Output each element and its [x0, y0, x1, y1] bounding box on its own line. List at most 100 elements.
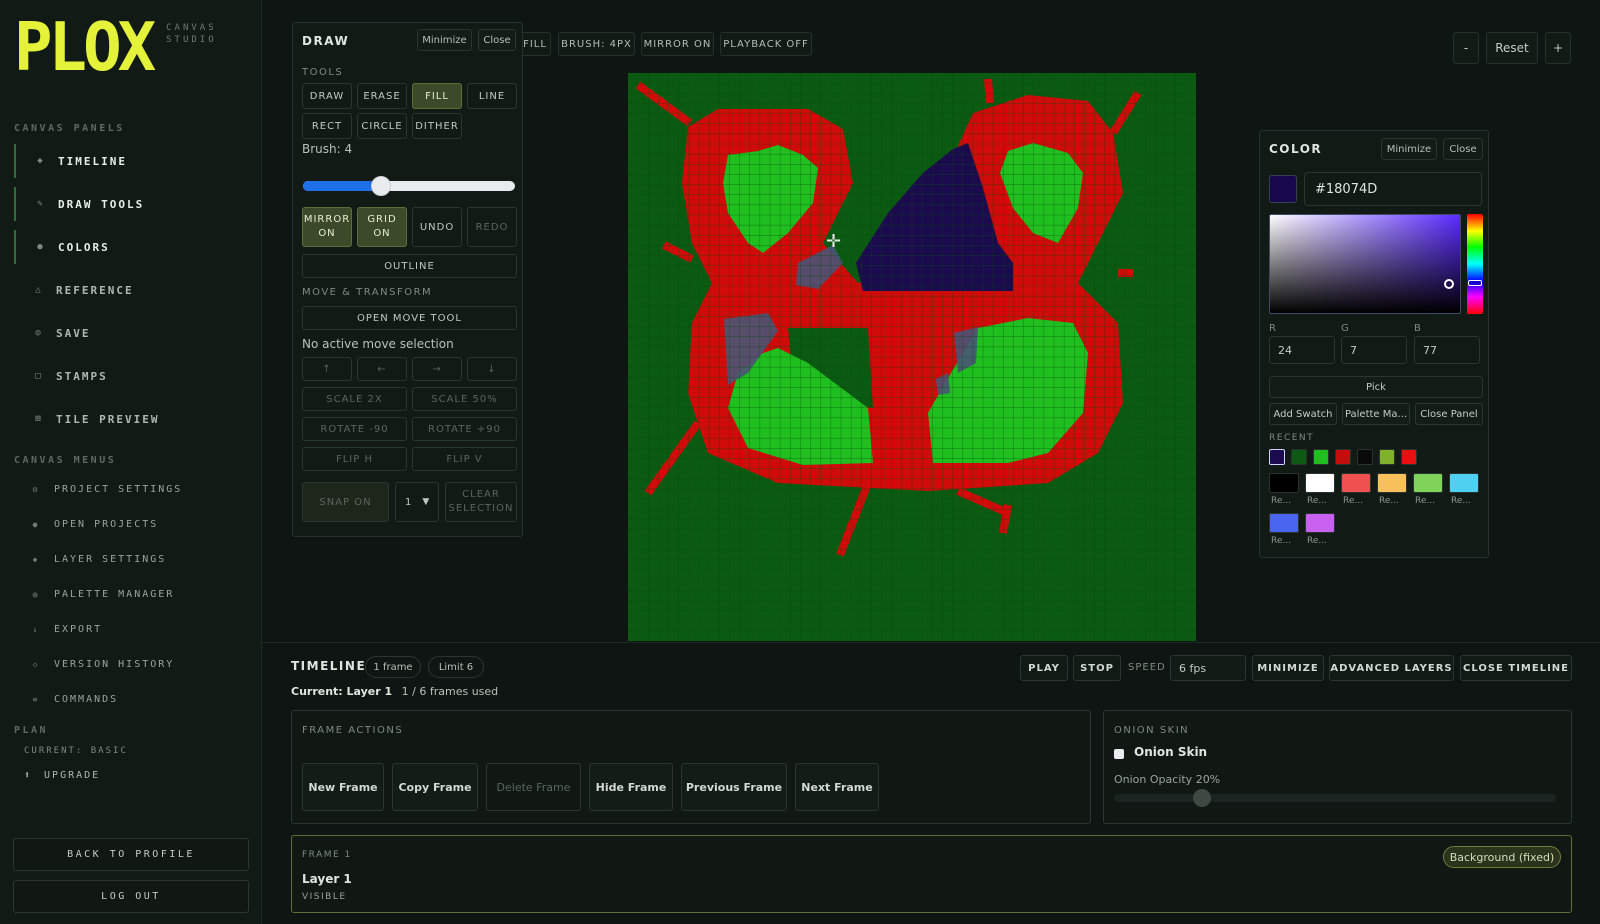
draw-close-button[interactable]: Close — [478, 29, 516, 51]
tool-line-button[interactable]: LINE — [467, 83, 517, 109]
upgrade-link[interactable]: ⬆ UPGRADE — [24, 770, 100, 781]
undo-button[interactable]: UNDO — [412, 207, 462, 247]
log-out-button[interactable]: LOG OUT — [13, 880, 249, 913]
move-down-button[interactable]: ↓ — [467, 357, 517, 381]
sidebar-item-save[interactable]: ◎ SAVE — [14, 316, 248, 350]
menu-item-commands[interactable]: ≡ COMMANDS — [14, 685, 248, 713]
zoom-reset-button[interactable]: Reset — [1486, 32, 1538, 64]
recent-color-swatch[interactable] — [1291, 449, 1307, 465]
menu-item-open-projects[interactable]: ● OPEN PROJECTS — [14, 510, 248, 538]
canvas-artwork[interactable] — [628, 73, 1196, 641]
sidebar-item-draw-tools[interactable]: ✎ DRAW TOOLS — [14, 187, 248, 221]
hue-slider-thumb[interactable] — [1468, 280, 1482, 286]
saved-color-swatch[interactable] — [1305, 513, 1335, 533]
pick-color-button[interactable]: Pick — [1269, 376, 1483, 398]
open-move-tool-button[interactable]: OPEN MOVE TOOL — [302, 306, 517, 330]
copy-frame-button[interactable]: Copy Frame — [392, 763, 478, 811]
sv-picker-handle[interactable] — [1444, 279, 1454, 289]
saved-color-swatch[interactable] — [1413, 473, 1443, 493]
move-up-button[interactable]: ↑ — [302, 357, 352, 381]
saved-color-swatch[interactable] — [1269, 513, 1299, 533]
brush-slider-thumb[interactable] — [371, 176, 392, 196]
pixel-canvas[interactable]: ✛ — [628, 73, 1196, 641]
snap-size-select[interactable]: 1 ▼ — [395, 482, 439, 522]
onion-skin-checkbox[interactable] — [1114, 749, 1124, 759]
tool-rect-button[interactable]: RECT — [302, 113, 352, 139]
redo-button[interactable]: REDO — [467, 207, 517, 247]
new-frame-button[interactable]: New Frame — [302, 763, 384, 811]
tool-erase-button[interactable]: ERASE — [357, 83, 407, 109]
tool-fill-button[interactable]: FILL — [412, 83, 462, 109]
mirror-toggle-button[interactable]: MIRROR ON — [302, 207, 352, 247]
menu-item-version-history[interactable]: ◇ VERSION HISTORY — [14, 650, 248, 678]
clear-selection-button[interactable]: CLEAR SELECTION — [445, 482, 517, 522]
saved-color-swatch[interactable] — [1269, 473, 1299, 493]
recent-color-swatch[interactable] — [1313, 449, 1329, 465]
recent-color-swatch[interactable] — [1269, 449, 1285, 465]
frame-card[interactable]: FRAME 1 Layer 1 VISIBLE Background (fixe… — [291, 835, 1572, 913]
rotate-ccw-button[interactable]: ROTATE -90 — [302, 417, 407, 441]
menu-item-layer-settings[interactable]: ◆ LAYER SETTINGS — [14, 545, 248, 573]
hide-frame-button[interactable]: Hide Frame — [589, 763, 673, 811]
saturation-value-picker[interactable] — [1269, 214, 1461, 314]
sidebar-item-colors[interactable]: ● COLORS — [14, 230, 248, 264]
hue-slider[interactable] — [1467, 214, 1483, 314]
saved-color-swatch[interactable] — [1449, 473, 1479, 493]
rotate-cw-button[interactable]: ROTATE +90 — [412, 417, 517, 441]
play-button[interactable]: PLAY — [1020, 655, 1068, 681]
color-close-button[interactable]: Close — [1443, 138, 1483, 160]
r-input[interactable]: 24 — [1269, 336, 1335, 364]
saved-color-swatch[interactable] — [1341, 473, 1371, 493]
sidebar-item-tile-preview[interactable]: ⊞ TILE PREVIEW — [14, 402, 248, 436]
hex-input[interactable]: #18074D — [1304, 172, 1482, 206]
saved-color-swatch[interactable] — [1377, 473, 1407, 493]
next-frame-button[interactable]: Next Frame — [795, 763, 879, 811]
tool-draw-button[interactable]: DRAW — [302, 83, 352, 109]
menu-item-palette-manager[interactable]: ◍ PALETTE MANAGER — [14, 580, 248, 608]
sidebar-item-stamps[interactable]: □ STAMPS — [14, 359, 248, 393]
move-right-button[interactable]: → — [412, 357, 462, 381]
g-input[interactable]: 7 — [1341, 336, 1407, 364]
outline-button[interactable]: OUTLINE — [302, 254, 517, 278]
sidebar-item-timeline[interactable]: ◆ TIMELINE — [14, 144, 248, 178]
onion-opacity-slider[interactable] — [1114, 789, 1556, 807]
flip-v-button[interactable]: FLIP V — [412, 447, 517, 471]
sidebar-item-reference[interactable]: △ REFERENCE — [14, 273, 248, 307]
frame-limit-pill: Limit 6 — [428, 656, 484, 678]
flip-h-button[interactable]: FLIP H — [302, 447, 407, 471]
color-minimize-button[interactable]: Minimize — [1381, 138, 1437, 160]
scale-2x-button[interactable]: SCALE 2X — [302, 387, 407, 411]
palette-manager-button[interactable]: Palette Ma... — [1342, 403, 1410, 425]
snap-toggle-button[interactable]: SNAP ON — [302, 482, 389, 522]
zoom-in-button[interactable]: + — [1545, 32, 1571, 64]
recent-color-swatch[interactable] — [1357, 449, 1373, 465]
close-panel-button[interactable]: Close Panel — [1415, 403, 1483, 425]
grid-toggle-button[interactable]: GRID ON — [357, 207, 407, 247]
speed-select[interactable]: 6 fps — [1170, 655, 1246, 681]
onion-opacity-thumb[interactable] — [1193, 789, 1212, 807]
previous-frame-button[interactable]: Previous Frame — [681, 763, 787, 811]
menu-item-export[interactable]: ↓ EXPORT — [14, 615, 248, 643]
b-input[interactable]: 77 — [1414, 336, 1480, 364]
timeline-minimize-button[interactable]: MINIMIZE — [1252, 655, 1324, 681]
background-fixed-pill[interactable]: Background (fixed) — [1443, 846, 1561, 868]
sidebar-item-label: STAMPS — [56, 369, 108, 383]
back-to-profile-button[interactable]: BACK TO PROFILE — [13, 838, 249, 871]
menu-item-project-settings[interactable]: ⚙ PROJECT SETTINGS — [14, 475, 248, 503]
recent-color-swatch[interactable] — [1401, 449, 1417, 465]
recent-color-swatch[interactable] — [1379, 449, 1395, 465]
add-swatch-button[interactable]: Add Swatch — [1269, 403, 1337, 425]
zoom-out-button[interactable]: - — [1453, 32, 1479, 64]
recent-color-swatch[interactable] — [1335, 449, 1351, 465]
scale-50-button[interactable]: SCALE 50% — [412, 387, 517, 411]
brush-size-slider[interactable] — [303, 176, 515, 196]
draw-minimize-button[interactable]: Minimize — [417, 29, 472, 51]
close-timeline-button[interactable]: CLOSE TIMELINE — [1460, 655, 1572, 681]
stop-button[interactable]: STOP — [1073, 655, 1121, 681]
move-left-button[interactable]: ← — [357, 357, 407, 381]
advanced-layers-button[interactable]: ADVANCED LAYERS — [1329, 655, 1454, 681]
saved-color-swatch[interactable] — [1305, 473, 1335, 493]
delete-frame-button[interactable]: Delete Frame — [486, 763, 581, 811]
tool-dither-button[interactable]: DITHER — [412, 113, 462, 139]
tool-circle-button[interactable]: CIRCLE — [357, 113, 407, 139]
